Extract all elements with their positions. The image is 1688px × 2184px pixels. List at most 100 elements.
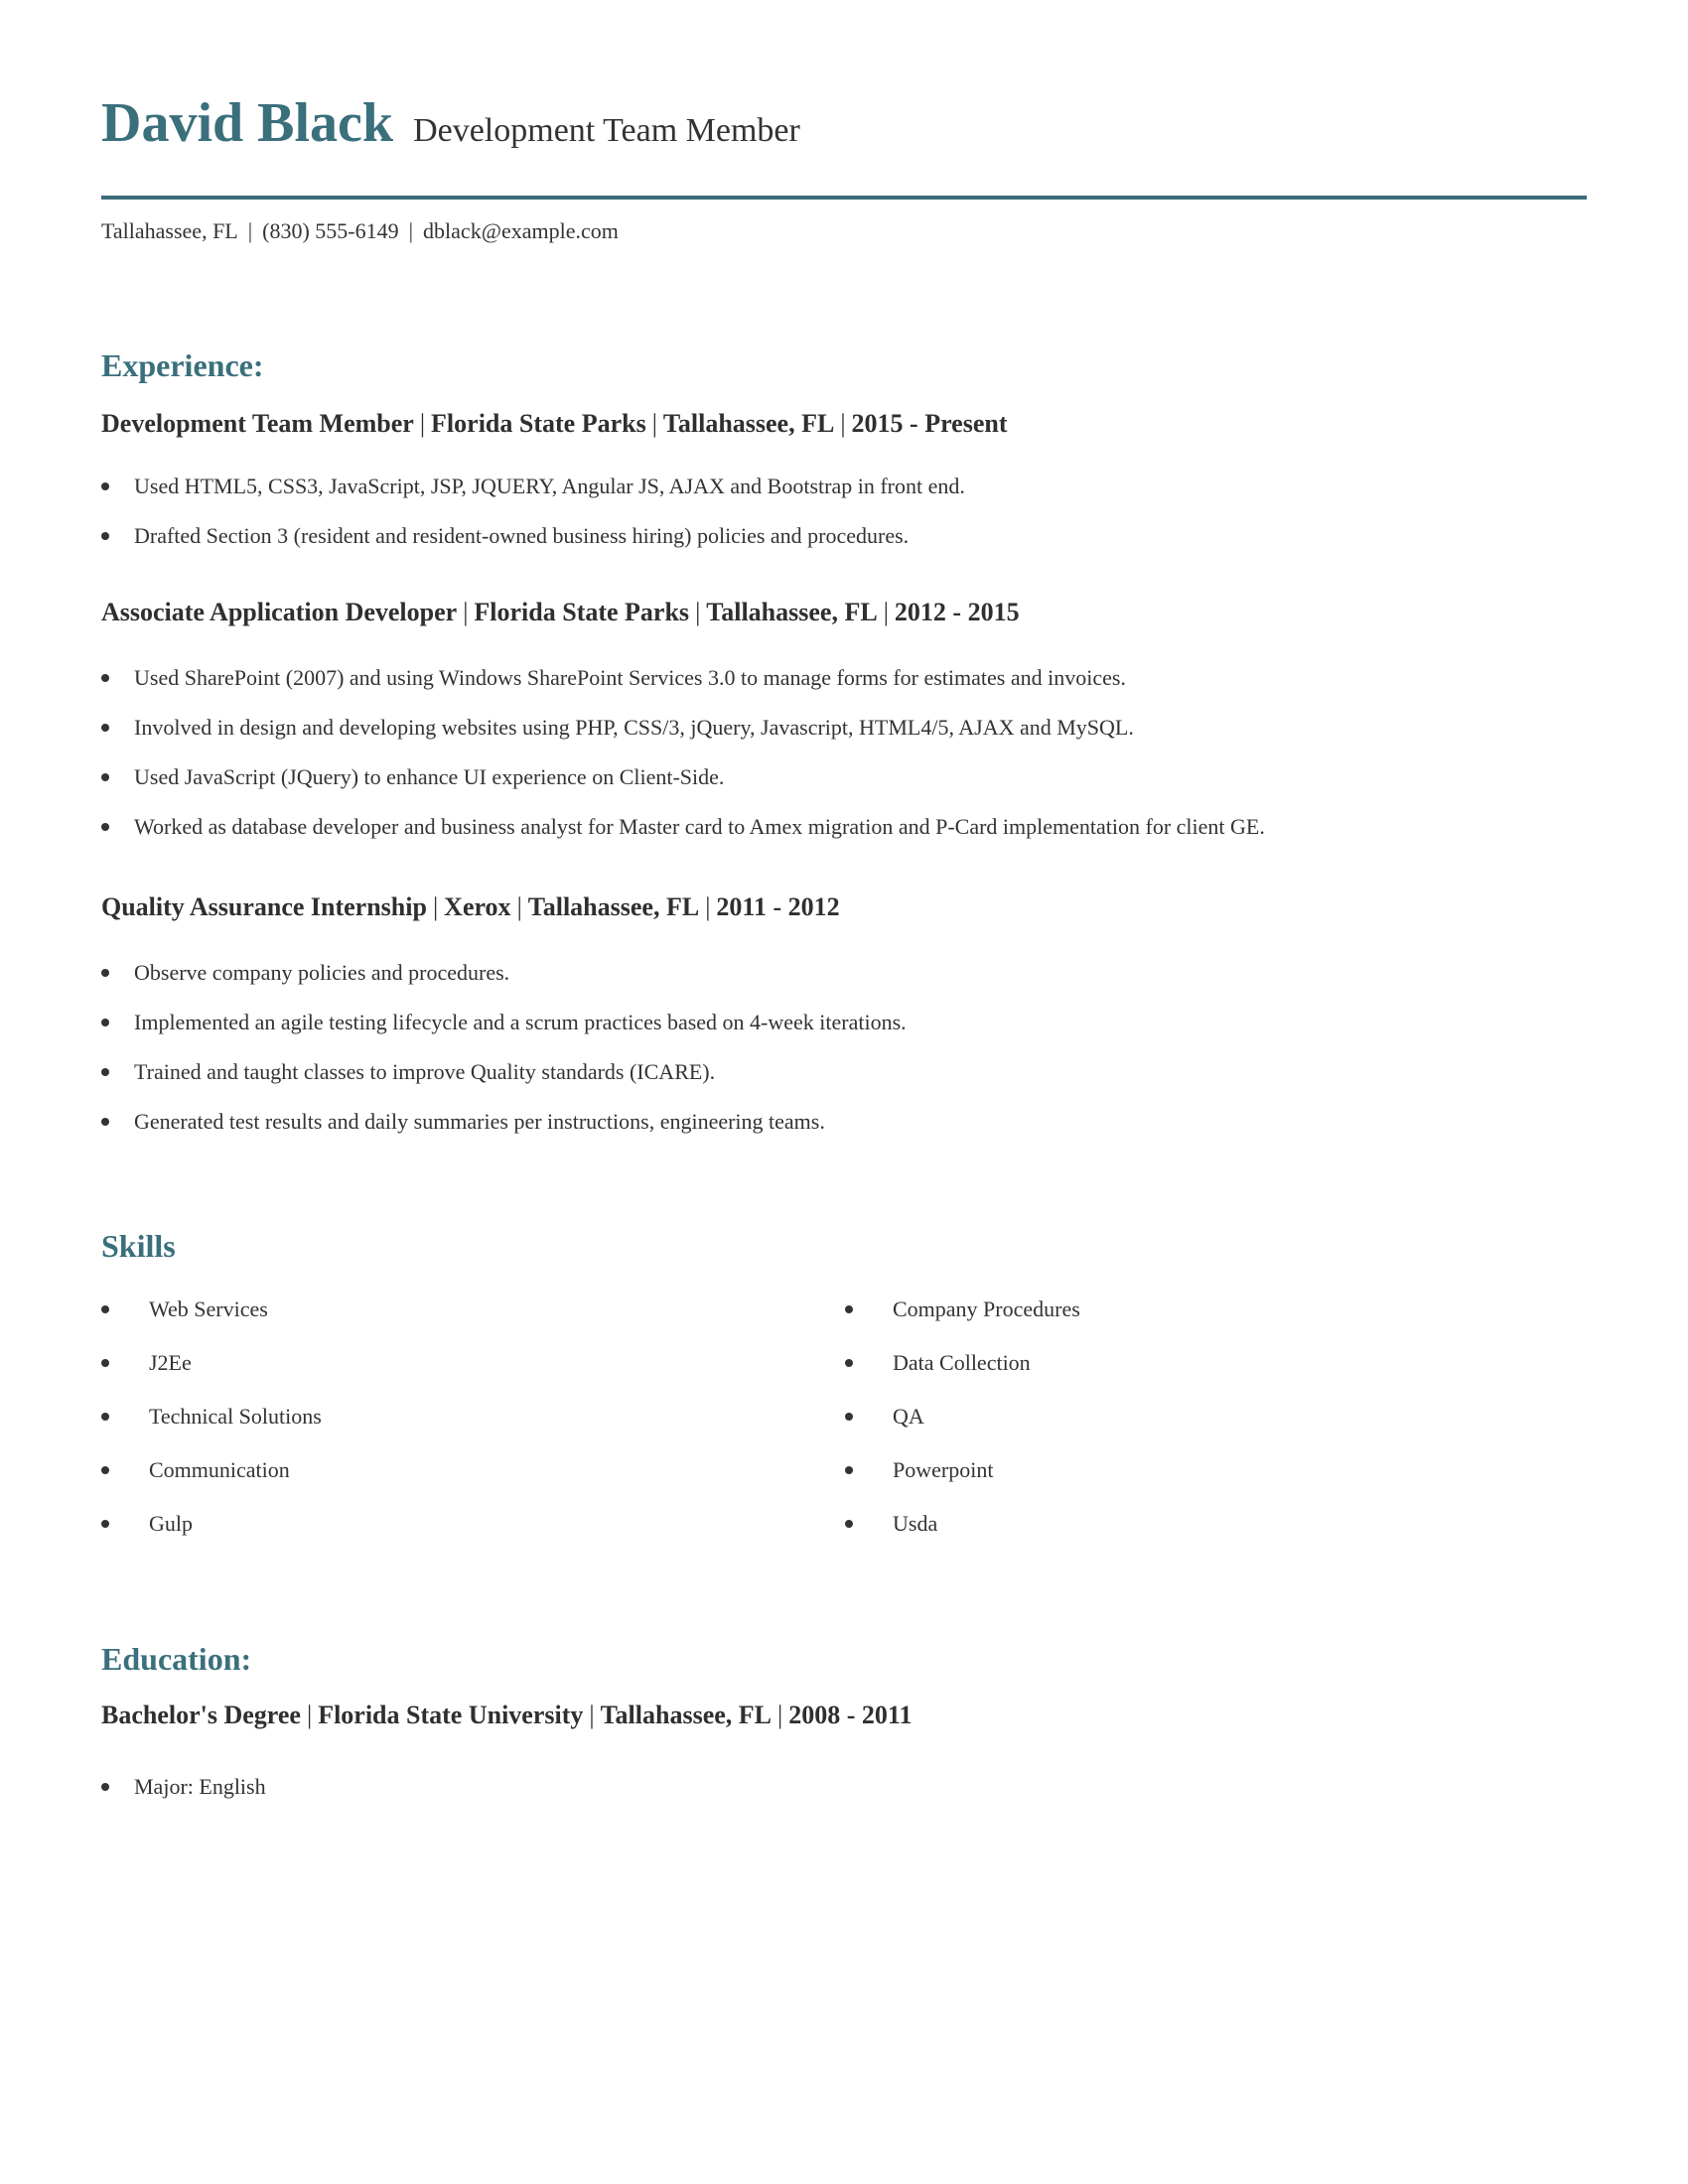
bullet-icon <box>101 1466 109 1474</box>
bullet-icon <box>845 1520 853 1528</box>
bullet-icon <box>101 674 109 682</box>
experience-heading: Experience: <box>101 347 264 383</box>
candidate-title: Development Team Member <box>413 112 800 149</box>
bullet-text: Major: English <box>134 1774 266 1799</box>
contact-phone: (830) 555-6149 <box>262 218 399 243</box>
job-header: Quality Assurance Internship | Xerox | Talla… <box>101 890 840 924</box>
skill-item: Powerpoint <box>845 1443 1080 1497</box>
contact-location: Tallahassee, FL <box>101 218 238 243</box>
skill-text: Technical Solutions <box>149 1404 322 1429</box>
degree: Bachelor's Degree <box>101 1701 301 1729</box>
job-location: Tallahassee, FL <box>706 598 878 626</box>
job-role: Quality Assurance Internship <box>101 892 427 921</box>
list-item: Trained and taught classes to improve Qu… <box>101 1047 907 1097</box>
bullet-icon <box>845 1305 853 1313</box>
school: Florida State University <box>318 1701 584 1729</box>
skill-item: QA <box>845 1390 1080 1443</box>
skill-item: J2Ee <box>101 1336 322 1390</box>
bullet-icon <box>101 1305 109 1313</box>
list-item: Implemented an agile testing lifecycle a… <box>101 998 907 1047</box>
list-item: Used SharePoint (2007) and using Windows… <box>101 653 1265 703</box>
separator: | <box>516 892 522 921</box>
bullet-icon <box>101 823 109 831</box>
skill-text: Communication <box>149 1457 290 1482</box>
separator: | <box>419 409 426 438</box>
job-company: Xerox <box>444 892 511 921</box>
bullet-text: Trained and taught classes to improve Qu… <box>134 1059 716 1084</box>
list-item: Used JavaScript (JQuery) to enhance UI e… <box>101 752 1265 802</box>
separator: | <box>695 598 701 626</box>
bullet-icon <box>845 1466 853 1474</box>
bullet-text: Drafted Section 3 (resident and resident… <box>134 523 910 548</box>
bullet-icon <box>101 1783 109 1791</box>
job-company: Florida State Parks <box>431 409 646 438</box>
skill-item: Company Procedures <box>845 1283 1080 1336</box>
job-dates: 2015 - Present <box>851 409 1008 438</box>
school-location: Tallahassee, FL <box>600 1701 772 1729</box>
skill-text: J2Ee <box>149 1350 192 1375</box>
bullet-text: Involved in design and developing websit… <box>134 715 1134 740</box>
bullet-icon <box>101 1068 109 1076</box>
job-location: Tallahassee, FL <box>662 409 835 438</box>
header-divider <box>101 196 1587 200</box>
education-dates: 2008 - 2011 <box>788 1701 913 1729</box>
bullet-icon <box>101 1019 109 1026</box>
education-bullets: Major: English <box>101 1762 266 1812</box>
bullet-icon <box>101 773 109 781</box>
bullet-text: Used HTML5, CSS3, JavaScript, JSP, JQUER… <box>134 474 965 498</box>
skill-text: Data Collection <box>893 1350 1031 1375</box>
skill-text: Gulp <box>149 1511 193 1536</box>
list-item: Used HTML5, CSS3, JavaScript, JSP, JQUER… <box>101 462 965 511</box>
separator: | <box>651 409 657 438</box>
separator: | <box>777 1701 783 1729</box>
skills-column-left: Web Services J2Ee Technical Solutions Co… <box>101 1283 322 1551</box>
bullet-icon <box>101 482 109 490</box>
job-company: Florida State Parks <box>474 598 690 626</box>
separator: | <box>463 598 469 626</box>
bullet-text: Generated test results and daily summari… <box>134 1109 825 1134</box>
job-dates: 2011 - 2012 <box>716 892 840 921</box>
job-location: Tallahassee, FL <box>527 892 700 921</box>
list-item: Involved in design and developing websit… <box>101 703 1265 752</box>
job-bullets: Used SharePoint (2007) and using Windows… <box>101 653 1265 852</box>
list-item: Generated test results and daily summari… <box>101 1097 907 1147</box>
skill-item: Usda <box>845 1497 1080 1551</box>
bullet-icon <box>101 1118 109 1126</box>
separator: | <box>408 218 414 243</box>
candidate-name: David Black <box>101 92 394 154</box>
separator: | <box>840 409 846 438</box>
separator: | <box>883 598 889 626</box>
bullet-icon <box>101 532 109 540</box>
separator: | <box>705 892 711 921</box>
bullet-icon <box>101 1359 109 1367</box>
bullet-text: Used SharePoint (2007) and using Windows… <box>134 665 1126 690</box>
skill-item: Communication <box>101 1443 322 1497</box>
bullet-text: Worked as database developer and busines… <box>134 814 1265 839</box>
skill-item: Gulp <box>101 1497 322 1551</box>
bullet-icon <box>101 969 109 977</box>
bullet-text: Used JavaScript (JQuery) to enhance UI e… <box>134 764 725 789</box>
list-item: Worked as database developer and busines… <box>101 802 1265 852</box>
bullet-text: Implemented an agile testing lifecycle a… <box>134 1010 907 1034</box>
separator: | <box>589 1701 595 1729</box>
separator: | <box>306 1701 313 1729</box>
skill-text: Company Procedures <box>893 1297 1080 1321</box>
list-item: Observe company policies and procedures. <box>101 948 907 998</box>
job-bullets: Observe company policies and procedures.… <box>101 948 907 1147</box>
bullet-icon <box>101 724 109 732</box>
education-header: Bachelor's Degree | Florida State Universi… <box>101 1699 912 1732</box>
skill-text: QA <box>893 1404 924 1429</box>
contact-info: Tallahassee, FL | (830) 555-6149 | dblack@ex… <box>101 216 619 246</box>
skill-item: Web Services <box>101 1283 322 1336</box>
contact-email: dblack@example.com <box>423 218 619 243</box>
resume-header: David Black Development Team Member <box>101 91 800 155</box>
education-heading: Education: <box>101 1641 252 1677</box>
bullet-icon <box>845 1413 853 1421</box>
skill-text: Usda <box>893 1511 938 1536</box>
job-header: Associate Application Developer | Florida … <box>101 596 1020 629</box>
skill-text: Web Services <box>149 1297 268 1321</box>
skills-heading: Skills <box>101 1228 176 1264</box>
list-item: Major: English <box>101 1762 266 1812</box>
bullet-text: Observe company policies and procedures. <box>134 960 510 985</box>
bullet-icon <box>101 1520 109 1528</box>
